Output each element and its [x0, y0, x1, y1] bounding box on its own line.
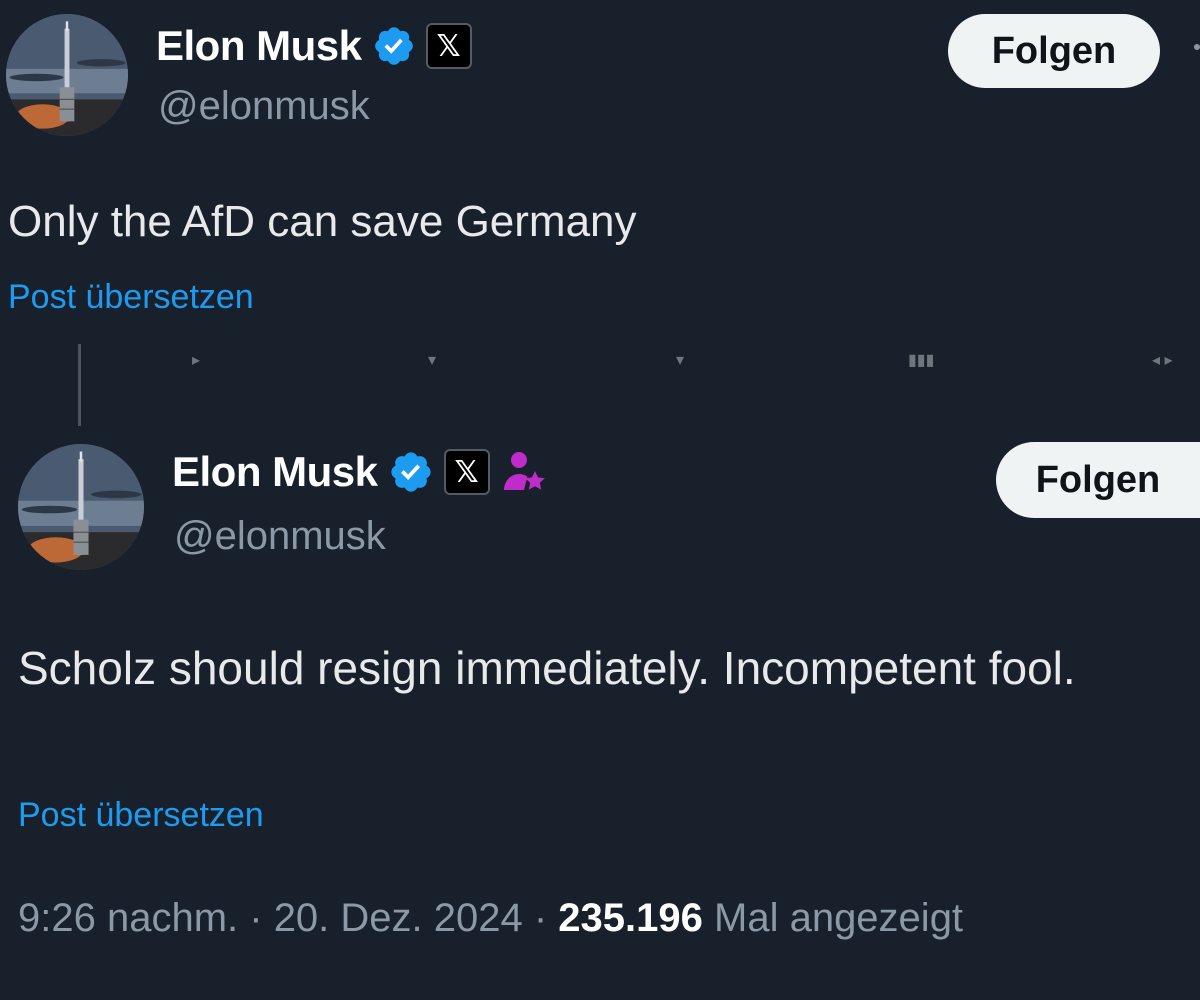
- verified-icon[interactable]: [388, 449, 434, 495]
- post-date[interactable]: 20. Dez. 2024: [274, 896, 523, 940]
- translate-post-link[interactable]: Post übersetzen: [8, 278, 254, 317]
- retweet-icon[interactable]: ▾: [428, 350, 436, 370]
- handle[interactable]: @elonmusk: [158, 84, 370, 129]
- display-name[interactable]: Elon Musk: [172, 448, 378, 496]
- separator: ·: [522, 896, 559, 940]
- tweet-text: Scholz should resign immediately. Incomp…: [18, 642, 1076, 694]
- handle[interactable]: @elonmusk: [174, 514, 386, 559]
- follow-button[interactable]: Folgen: [948, 14, 1160, 88]
- translate-post-link[interactable]: Post übersetzen: [18, 796, 264, 835]
- views-count: 235.196: [558, 896, 703, 940]
- like-icon[interactable]: ▾: [676, 350, 684, 370]
- follow-button[interactable]: Folgen: [996, 442, 1200, 518]
- avatar[interactable]: [6, 14, 128, 136]
- post-metadata: 9:26 nachm. · 20. Dez. 2024 · 235.196 Ma…: [18, 896, 963, 941]
- tweet-actions-strip: ▸ ▾ ▾ ▮▮▮ ◂ ▸: [0, 340, 1200, 370]
- rocket-launch-image: [18, 444, 144, 570]
- views-icon[interactable]: ▮▮▮: [908, 350, 934, 370]
- avatar[interactable]: [18, 444, 144, 570]
- x-badge-icon[interactable]: 𝕏: [425, 23, 472, 69]
- tweet-text: Only the AfD can save Germany: [8, 197, 637, 246]
- author-row: Elon Musk 𝕏: [172, 448, 548, 496]
- author-row: Elon Musk 𝕏: [156, 22, 472, 70]
- separator: ·: [238, 896, 274, 940]
- share-icon[interactable]: ◂ ▸: [1152, 350, 1173, 370]
- rocket-launch-image: [6, 14, 128, 136]
- affiliate-icon[interactable]: [500, 448, 548, 496]
- more-options-icon[interactable]: [1194, 44, 1200, 50]
- thread-connector: [78, 344, 81, 426]
- verified-icon[interactable]: [372, 24, 416, 68]
- display-name[interactable]: Elon Musk: [156, 22, 362, 70]
- reply-icon[interactable]: ▸: [192, 350, 200, 370]
- post-time[interactable]: 9:26 nachm.: [18, 896, 238, 940]
- x-badge-icon[interactable]: 𝕏: [443, 449, 490, 495]
- views-label: Mal angezeigt: [702, 896, 964, 940]
- tweet-thread: Elon Musk 𝕏 @elonmusk Folgen Only the Af…: [0, 0, 1200, 1000]
